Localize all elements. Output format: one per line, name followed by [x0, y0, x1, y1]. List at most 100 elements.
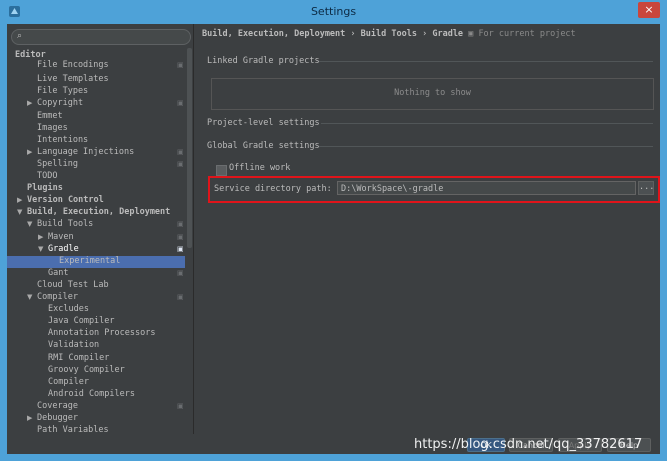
tree-item[interactable]: File Encodings ▣	[7, 59, 187, 71]
tree-item-label: Android Compilers	[48, 388, 135, 399]
project-scope-icon: ▣	[177, 99, 184, 108]
tree-item[interactable]: Annotation Processors	[7, 327, 187, 339]
tree-item-label: Coverage	[37, 400, 78, 411]
project-scope-icon: ▣	[177, 244, 184, 253]
settings-window: Settings × ⌕ Editor File Encodings ▣ Live T…	[0, 0, 667, 461]
tree-item-label: Maven	[48, 231, 74, 242]
expand-down-icon[interactable]: ▼	[38, 243, 43, 255]
tree-item[interactable]: Emmet	[7, 110, 187, 122]
tree-item[interactable]: Android Compilers	[7, 388, 187, 400]
tree-item[interactable]: Path Variables	[7, 424, 187, 432]
settings-body: ⌕ Editor File Encodings ▣ Live Templates Fil…	[7, 24, 660, 454]
tree-item-label: Excludes	[48, 304, 89, 315]
project-scope-icon: ▣	[177, 159, 184, 168]
expand-right-icon[interactable]: ▶	[38, 231, 43, 243]
section-divider	[319, 61, 653, 62]
breadcrumb-build-tools: Build Tools	[360, 29, 417, 39]
section-divider	[321, 123, 653, 124]
breadcrumb-separator: ›	[350, 29, 361, 39]
tree-item[interactable]: TODO	[7, 170, 187, 182]
empty-list-text: Nothing to show	[394, 88, 471, 98]
tree-item-label: Plugins	[27, 183, 63, 194]
tree-item[interactable]: ▶ Copyright ▣	[7, 97, 187, 109]
service-directory-label: Service directory path:	[214, 184, 332, 194]
tree-item-label: Gradle	[48, 243, 79, 254]
tree-item-label: Emmet	[37, 110, 63, 121]
tree-item-label: Intentions	[37, 134, 89, 145]
tree-item[interactable]: ▶ Version Control	[7, 194, 187, 206]
tree-item-label: Debugger	[37, 413, 78, 423]
tree-item[interactable]: ▶ Language Injections ▣	[7, 146, 187, 158]
expand-down-icon[interactable]: ▼	[17, 206, 22, 218]
project-scope-icon: ▣	[177, 61, 184, 70]
tree-item-label: Java Compiler	[48, 316, 115, 327]
tree-item[interactable]: ▼ Gradle ▣	[7, 243, 187, 255]
tree-item[interactable]: ▼ Build Tools ▣	[7, 218, 187, 230]
linked-projects-list[interactable]: Nothing to show	[211, 78, 654, 110]
search-input[interactable]: ⌕	[11, 29, 191, 45]
project-scope-icon: ▣	[177, 147, 184, 156]
tree-item[interactable]: Live Templates	[7, 73, 187, 85]
project-scope-icon: ▣	[177, 293, 184, 301]
tree-item[interactable]: ▶ Debugger	[7, 412, 187, 424]
tree-item-label: File Encodings	[37, 60, 109, 71]
tree-item[interactable]: Cloud Test Lab	[7, 279, 187, 291]
project-level-settings-label: Project-level settings	[207, 118, 320, 128]
expand-right-icon[interactable]: ▶	[27, 146, 32, 158]
tree-item[interactable]: Intentions	[7, 134, 187, 146]
sidebar-scrollbar[interactable]	[187, 48, 192, 248]
expand-right-icon[interactable]: ▶	[27, 97, 32, 109]
breadcrumb: Build, Execution, Deployment › Build Too…	[202, 29, 576, 39]
tree-item-label: Images	[37, 122, 68, 133]
tree-item[interactable]: Validation	[7, 339, 187, 351]
tree-item-label: Groovy Compiler	[48, 364, 125, 375]
project-scope-icon: ▣	[177, 220, 184, 229]
tree-item[interactable]: Excludes	[7, 303, 187, 315]
tree-item[interactable]: Images	[7, 122, 187, 134]
project-scope-icon: ▣	[177, 268, 184, 277]
service-directory-input[interactable]: D:\WorkSpace\-gradle	[337, 181, 636, 195]
tree-item-label: Copyright	[37, 98, 84, 109]
tree-item-label: Cloud Test Lab	[37, 279, 109, 290]
offline-work-label[interactable]: Offline work	[229, 163, 290, 173]
tree-item-label: TODO	[37, 171, 58, 181]
tree-item[interactable]: ▼ Build, Execution, Deployment	[7, 206, 187, 218]
project-scope-icon: ▣	[177, 401, 184, 410]
tree-item[interactable]: ▶ Maven ▣	[7, 231, 187, 243]
expand-right-icon[interactable]: ▶	[27, 412, 32, 424]
breadcrumb-gradle: Gradle	[432, 29, 464, 39]
tree-item[interactable]: Coverage ▣	[7, 400, 187, 412]
section-divider	[319, 146, 653, 147]
settings-tree: Editor File Encodings ▣ Live Templates File …	[7, 44, 193, 432]
close-button[interactable]: ×	[638, 2, 660, 18]
tree-item-label: Compiler	[37, 292, 78, 302]
project-scope-icon: ▣	[468, 29, 479, 39]
tree-item[interactable]: Compiler	[7, 376, 187, 388]
browse-button[interactable]: ...	[638, 181, 654, 195]
tree-item[interactable]: Groovy Compiler	[7, 364, 187, 376]
tree-item-label: Version Control	[27, 195, 104, 206]
settings-sidebar: ⌕ Editor File Encodings ▣ Live Templates Fil…	[7, 24, 193, 434]
breadcrumb-build-execution: Build, Execution, Deployment	[202, 29, 346, 39]
tree-item-label: Gant	[48, 267, 69, 278]
breadcrumb-note: For current project	[478, 29, 576, 39]
tree-item[interactable]: RMI Compiler	[7, 352, 187, 364]
tree-item-label: Language Injections	[37, 146, 135, 157]
tree-item-label: Spelling	[37, 158, 78, 169]
settings-content: Build, Execution, Deployment › Build Too…	[194, 24, 660, 434]
expand-down-icon[interactable]: ▼	[27, 291, 32, 303]
tree-item[interactable]: Experimental	[7, 255, 187, 267]
tree-item[interactable]: ▼ Compiler ▣	[7, 291, 187, 303]
expand-down-icon[interactable]: ▼	[27, 218, 32, 230]
search-icon: ⌕	[17, 31, 23, 41]
tree-item[interactable]: Spelling ▣	[7, 158, 187, 170]
tree-item[interactable]: File Types	[7, 85, 187, 97]
offline-work-checkbox[interactable]	[216, 165, 227, 176]
watermark-text: https://blog.csdn.net/qq_33782617	[414, 437, 643, 452]
tree-item[interactable]: Plugins	[7, 182, 187, 194]
tree-item[interactable]: Java Compiler	[7, 315, 187, 327]
tree-item[interactable]: Gant ▣	[7, 267, 187, 279]
tree-item-label: Build, Execution, Deployment	[27, 207, 171, 218]
expand-right-icon[interactable]: ▶	[17, 194, 22, 206]
global-gradle-settings-label: Global Gradle settings	[207, 141, 320, 151]
